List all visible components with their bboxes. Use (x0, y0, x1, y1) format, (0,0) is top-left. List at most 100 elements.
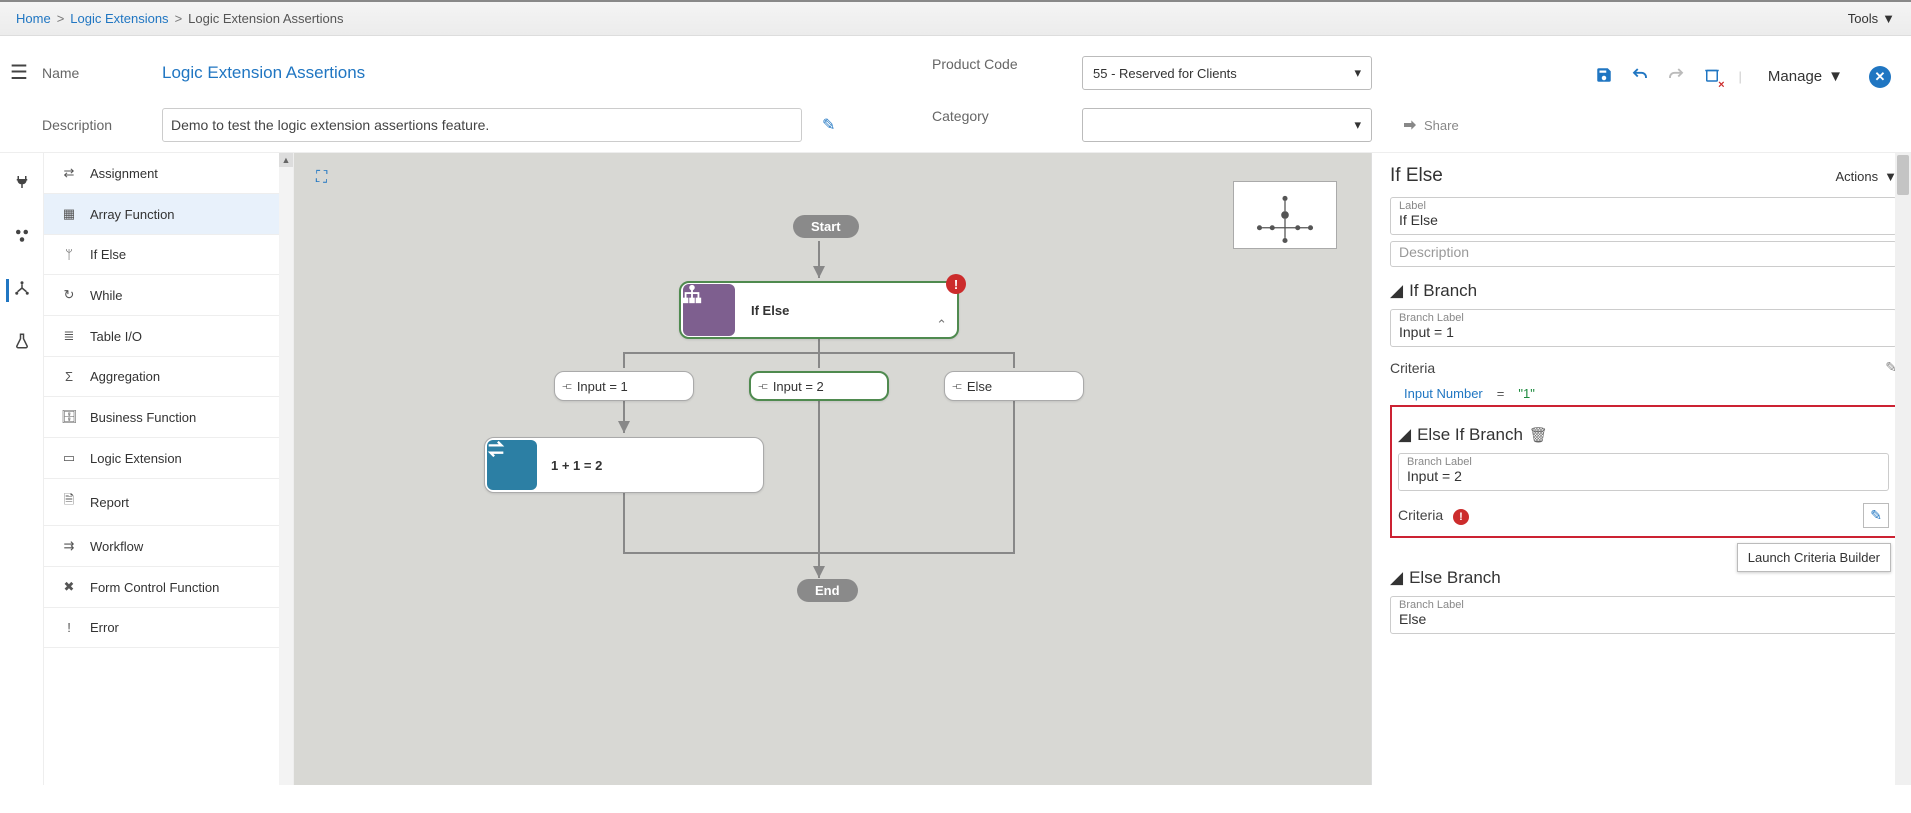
edit-description-icon[interactable]: ✎ (822, 115, 835, 135)
fullscreen-icon[interactable]: ⛶ (316, 169, 327, 187)
criteria-expression[interactable]: Input Number = "1" (1404, 386, 1897, 401)
delete-branch-icon[interactable]: 🗑 (1529, 426, 1548, 444)
minimap[interactable] (1233, 181, 1337, 249)
share-button[interactable]: Share (1402, 108, 1459, 142)
branch-else[interactable]: ⑂ Else (944, 371, 1084, 401)
expand-icon: ◢ (1398, 425, 1411, 445)
description-field[interactable]: Description (1390, 241, 1897, 267)
component-label: Report (90, 495, 129, 510)
chevron-down-icon: ▼ (1882, 11, 1895, 26)
component-label: Error (90, 620, 119, 635)
end-node[interactable]: End (797, 579, 858, 602)
component-table-io[interactable]: ≣Table I/O (44, 316, 293, 357)
component-assignment[interactable]: ⇄ Assignment (44, 153, 293, 194)
category-select[interactable]: ▾ (1082, 108, 1372, 142)
flask-icon[interactable] (13, 332, 31, 355)
branch-input-2[interactable]: ⑂ Input = 2 (749, 371, 889, 401)
delete-icon[interactable]: × (1703, 66, 1721, 87)
component-error[interactable]: ! Error (44, 608, 293, 648)
field-placeholder: Description (1399, 244, 1888, 260)
chevron-down-icon: ▾ (1354, 65, 1361, 81)
plug-icon[interactable] (13, 173, 31, 196)
properties-panel: If Else Actions ▼ Label If Else Descript… (1371, 153, 1911, 785)
redo-icon[interactable] (1667, 66, 1685, 87)
actions-menu-button[interactable]: Actions ▼ (1835, 169, 1897, 184)
components-icon[interactable] (6, 279, 31, 302)
assignment-node[interactable]: 1 + 1 = 2 (484, 437, 764, 493)
undo-icon[interactable] (1631, 66, 1649, 87)
assignment-label: 1 + 1 = 2 (551, 458, 602, 473)
component-logic-extension[interactable]: ▭Logic Extension (44, 438, 293, 479)
component-label: Business Function (90, 410, 196, 425)
sigma-icon: Σ (60, 369, 78, 384)
collapse-icon[interactable]: ⌃ (936, 317, 947, 333)
manage-label: Manage (1768, 68, 1822, 85)
components-scrollbar[interactable]: ▲ (279, 153, 293, 785)
flow-canvas[interactable]: ⛶ Start If Else ! (294, 153, 1371, 785)
scroll-up-icon[interactable]: ▲ (279, 153, 293, 167)
exclamation-icon: ! (60, 620, 78, 635)
section-label: If Branch (1409, 281, 1477, 301)
component-label: Array Function (90, 207, 175, 222)
description-label: Description (42, 117, 162, 133)
field-label: Branch Label (1399, 312, 1888, 324)
component-label: Assignment (90, 166, 158, 181)
chevron-down-icon: ▾ (1354, 117, 1361, 133)
component-array-function[interactable]: ▦Array Function (44, 194, 293, 235)
description-input[interactable] (162, 108, 802, 142)
component-aggregation[interactable]: Σ Aggregation (44, 357, 293, 397)
breadcrumb-home[interactable]: Home (16, 11, 51, 26)
wrench-icon: ✖ (60, 579, 78, 595)
field-label: Label (1399, 200, 1888, 212)
component-business-function[interactable]: 🗄Business Function (44, 397, 293, 438)
name-value[interactable]: Logic Extension Assertions (162, 63, 365, 83)
product-code-select[interactable]: 55 - Reserved for Clients ▾ (1082, 56, 1372, 90)
tools-menu-button[interactable]: Tools ▼ (1848, 11, 1895, 26)
separator: | (1739, 69, 1742, 84)
tree-icon: ᛘ (60, 247, 78, 262)
else-if-branch-section[interactable]: ◢ Else If Branch 🗑 (1398, 425, 1889, 445)
component-form-control-function[interactable]: ✖ Form Control Function (44, 567, 293, 608)
scrollbar-thumb[interactable] (1897, 155, 1909, 195)
close-button[interactable]: ✕ (1869, 66, 1891, 88)
if-else-node[interactable]: If Else ! ⌃ (679, 281, 959, 339)
variables-icon[interactable] (13, 226, 31, 249)
flow-icon: ⇉ (60, 538, 78, 554)
properties-scrollbar[interactable] (1895, 153, 1911, 785)
else-if-branch-highlight: ◢ Else If Branch 🗑 Branch Label Input = … (1390, 405, 1897, 538)
criteria-lhs: Input Number (1404, 386, 1483, 401)
main-area: ⇄Assignment ▦Array Function ᛘIf Else ↻Wh… (0, 153, 1911, 785)
section-label: Else If Branch (1417, 425, 1523, 445)
swap-icon: ⇄ (60, 165, 78, 181)
component-label: Aggregation (90, 369, 160, 384)
save-icon[interactable] (1595, 66, 1613, 87)
criteria-op: = (1497, 386, 1505, 401)
criteria-label: Criteria (1398, 507, 1443, 523)
component-workflow[interactable]: ⇉Workflow (44, 526, 293, 567)
else-branch-label-field[interactable]: Branch Label Else (1390, 596, 1897, 634)
field-value: If Else (1399, 212, 1888, 228)
start-node[interactable]: Start (793, 215, 859, 238)
component-report[interactable]: 🗎Report (44, 479, 293, 526)
error-badge-icon[interactable]: ! (946, 274, 966, 294)
launch-criteria-builder-button[interactable]: ✎ (1863, 503, 1889, 528)
else-if-branch-label-field[interactable]: Branch Label Input = 2 (1398, 453, 1889, 491)
hamburger-menu-icon[interactable]: ☰ (10, 56, 42, 85)
manage-menu-button[interactable]: Manage ▼ (1760, 64, 1851, 89)
label-field[interactable]: Label If Else (1390, 197, 1897, 235)
if-branch-label-field[interactable]: Branch Label Input = 1 (1390, 309, 1897, 347)
breadcrumb-logic-extensions[interactable]: Logic Extensions (70, 11, 168, 26)
component-if-else[interactable]: ᛘIf Else (44, 235, 293, 275)
component-label: Form Control Function (90, 580, 219, 595)
properties-title: If Else (1390, 165, 1443, 187)
warning-icon[interactable]: ! (1453, 509, 1469, 525)
if-branch-section[interactable]: ◢ If Branch (1390, 281, 1897, 301)
loop-icon: ↻ (60, 287, 78, 303)
product-code-value: 55 - Reserved for Clients (1093, 66, 1237, 81)
branch-input-1[interactable]: ⑂ Input = 1 (554, 371, 694, 401)
components-palette: ⇄ Assignment ▦Array Function ᛘIf Else ↻Wh… (44, 153, 294, 785)
field-label: Branch Label (1399, 599, 1888, 611)
branch-label: Input = 1 (577, 379, 628, 394)
component-while[interactable]: ↻While (44, 275, 293, 316)
wireframe-icon: ▭ (60, 450, 78, 466)
